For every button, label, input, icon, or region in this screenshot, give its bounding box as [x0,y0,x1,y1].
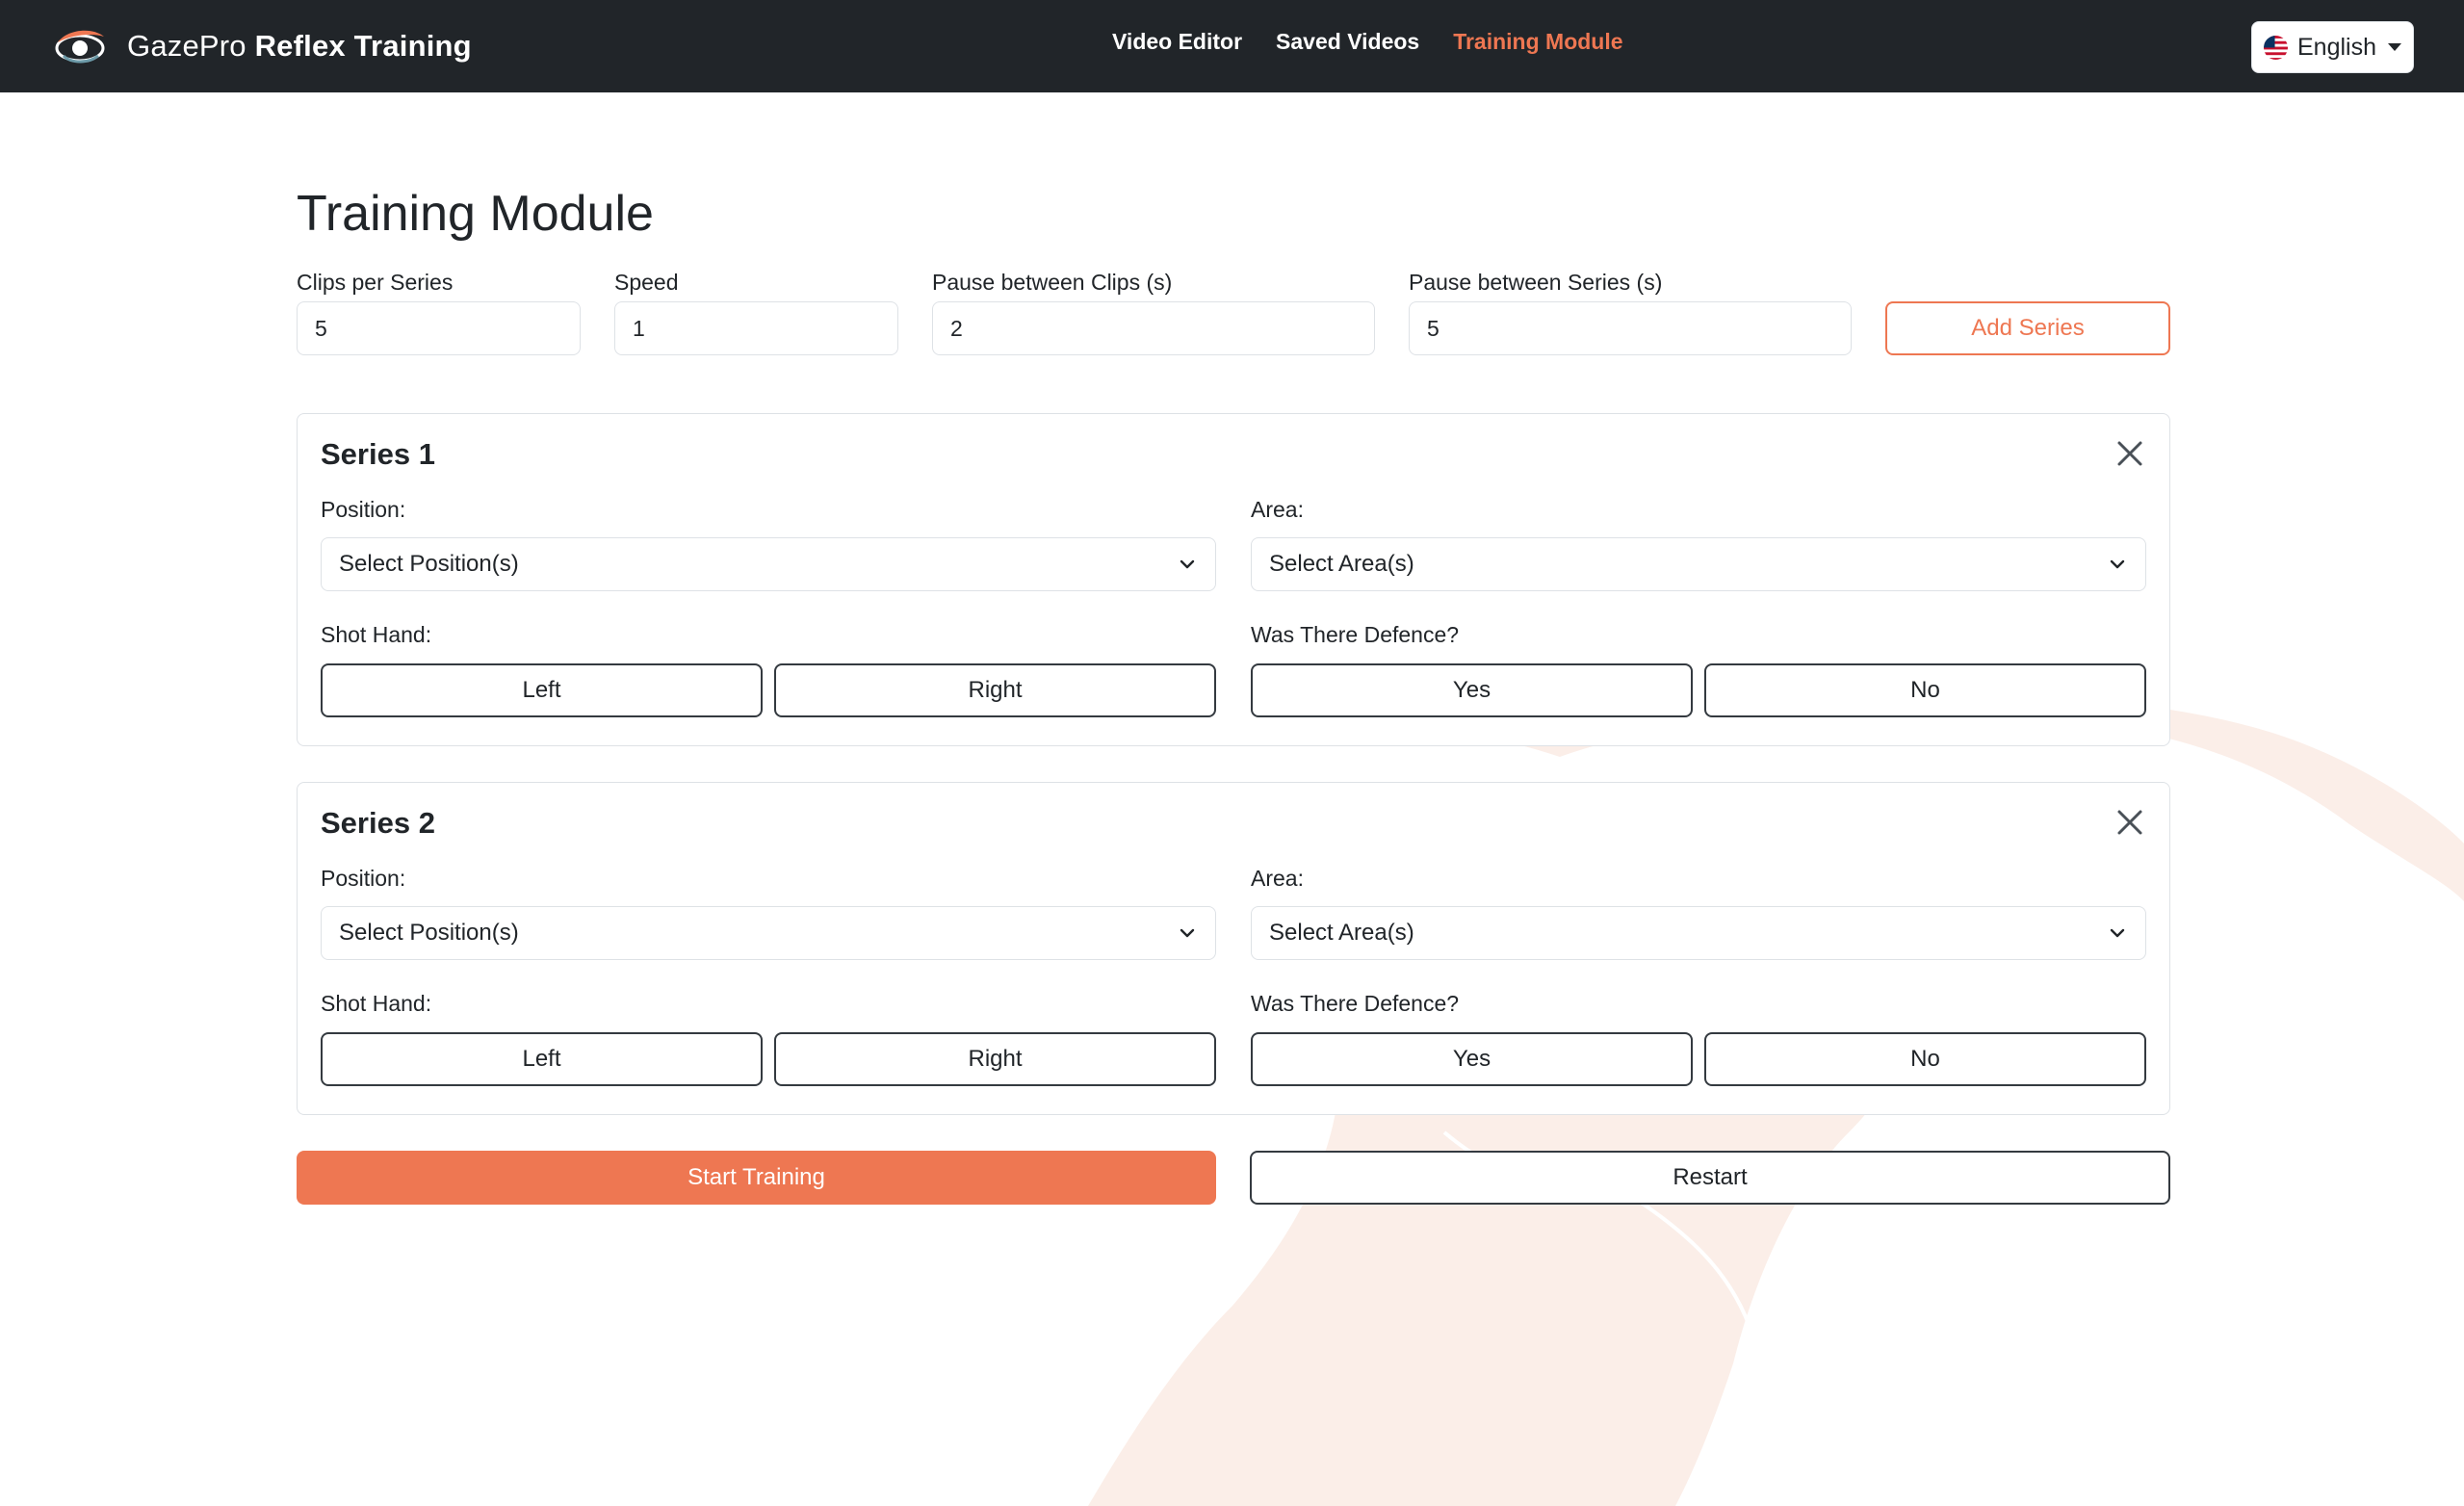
position-label: Position: [321,866,406,891]
shot-hand-right-button[interactable]: Right [774,1032,1216,1086]
position-select-value: Select Position(s) [339,551,519,577]
restart-button[interactable]: Restart [1250,1151,2170,1205]
page-title: Training Module [297,186,654,242]
pause-between-series-input[interactable] [1409,301,1852,355]
area-label: Area: [1251,866,1304,891]
close-icon[interactable] [2114,437,2146,470]
nav-link-video-editor[interactable]: Video Editor [1112,29,1242,55]
caret-down-icon [2388,43,2401,51]
defence-no-button[interactable]: No [1704,1032,2146,1086]
us-flag-icon [2264,35,2288,60]
shot-hand-label: Shot Hand: [321,991,432,1016]
speed-input[interactable] [614,301,898,355]
shot-hand-left-button[interactable]: Left [321,1032,763,1086]
nav-links: Video Editor Saved Videos Training Modul… [1112,29,1623,55]
series-title: Series 2 [321,806,435,840]
area-select[interactable]: Select Area(s) [1251,906,2146,960]
defence-label: Was There Defence? [1251,991,1460,1016]
chevron-down-icon [2110,559,2125,569]
series-card: Series 1 Position: Select Position(s) Ar… [297,413,2170,746]
defence-yes-button[interactable]: Yes [1251,1032,1693,1086]
shot-hand-label: Shot Hand: [321,622,432,647]
clips-per-series-input[interactable] [297,301,581,355]
brand-name: GazePro Reflex Training [127,29,472,64]
brand-name-light: GazePro [127,29,246,63]
position-select-value: Select Position(s) [339,920,519,946]
defence-no-button[interactable]: No [1704,663,2146,717]
brand-name-bold: Reflex Training [254,29,472,63]
language-dropdown-button[interactable]: English [2251,21,2414,73]
pause-between-series-label: Pause between Series (s) [1409,270,1663,295]
clips-per-series-label: Clips per Series [297,270,454,295]
defence-label: Was There Defence? [1251,622,1460,647]
nav-link-training-module[interactable]: Training Module [1453,29,1622,55]
pause-between-clips-input[interactable] [932,301,1375,355]
brand[interactable]: GazePro Reflex Training [54,21,472,71]
top-navbar: GazePro Reflex Training Video Editor Sav… [0,0,2464,92]
area-select[interactable]: Select Area(s) [1251,537,2146,591]
nav-link-saved-videos[interactable]: Saved Videos [1276,29,1419,55]
area-select-value: Select Area(s) [1269,551,1414,577]
pause-between-clips-label: Pause between Clips (s) [932,270,1173,295]
chevron-down-icon [1180,559,1195,569]
defence-yes-button[interactable]: Yes [1251,663,1693,717]
position-select[interactable]: Select Position(s) [321,906,1216,960]
speed-label: Speed [614,270,679,295]
gazepro-eye-logo-icon [55,30,105,64]
close-icon[interactable] [2114,806,2146,839]
position-select[interactable]: Select Position(s) [321,537,1216,591]
series-card: Series 2 Position: Select Position(s) Ar… [297,782,2170,1115]
language-label: English [2297,33,2376,61]
chevron-down-icon [1180,928,1195,938]
position-label: Position: [321,497,406,522]
start-training-button[interactable]: Start Training [297,1151,1216,1205]
area-label: Area: [1251,497,1304,522]
area-select-value: Select Area(s) [1269,920,1414,946]
main-content: Training Module Clips per Series Speed P… [0,92,2464,1506]
series-title: Series 1 [321,437,435,471]
shot-hand-left-button[interactable]: Left [321,663,763,717]
shot-hand-right-button[interactable]: Right [774,663,1216,717]
add-series-button[interactable]: Add Series [1885,301,2170,355]
chevron-down-icon [2110,928,2125,938]
